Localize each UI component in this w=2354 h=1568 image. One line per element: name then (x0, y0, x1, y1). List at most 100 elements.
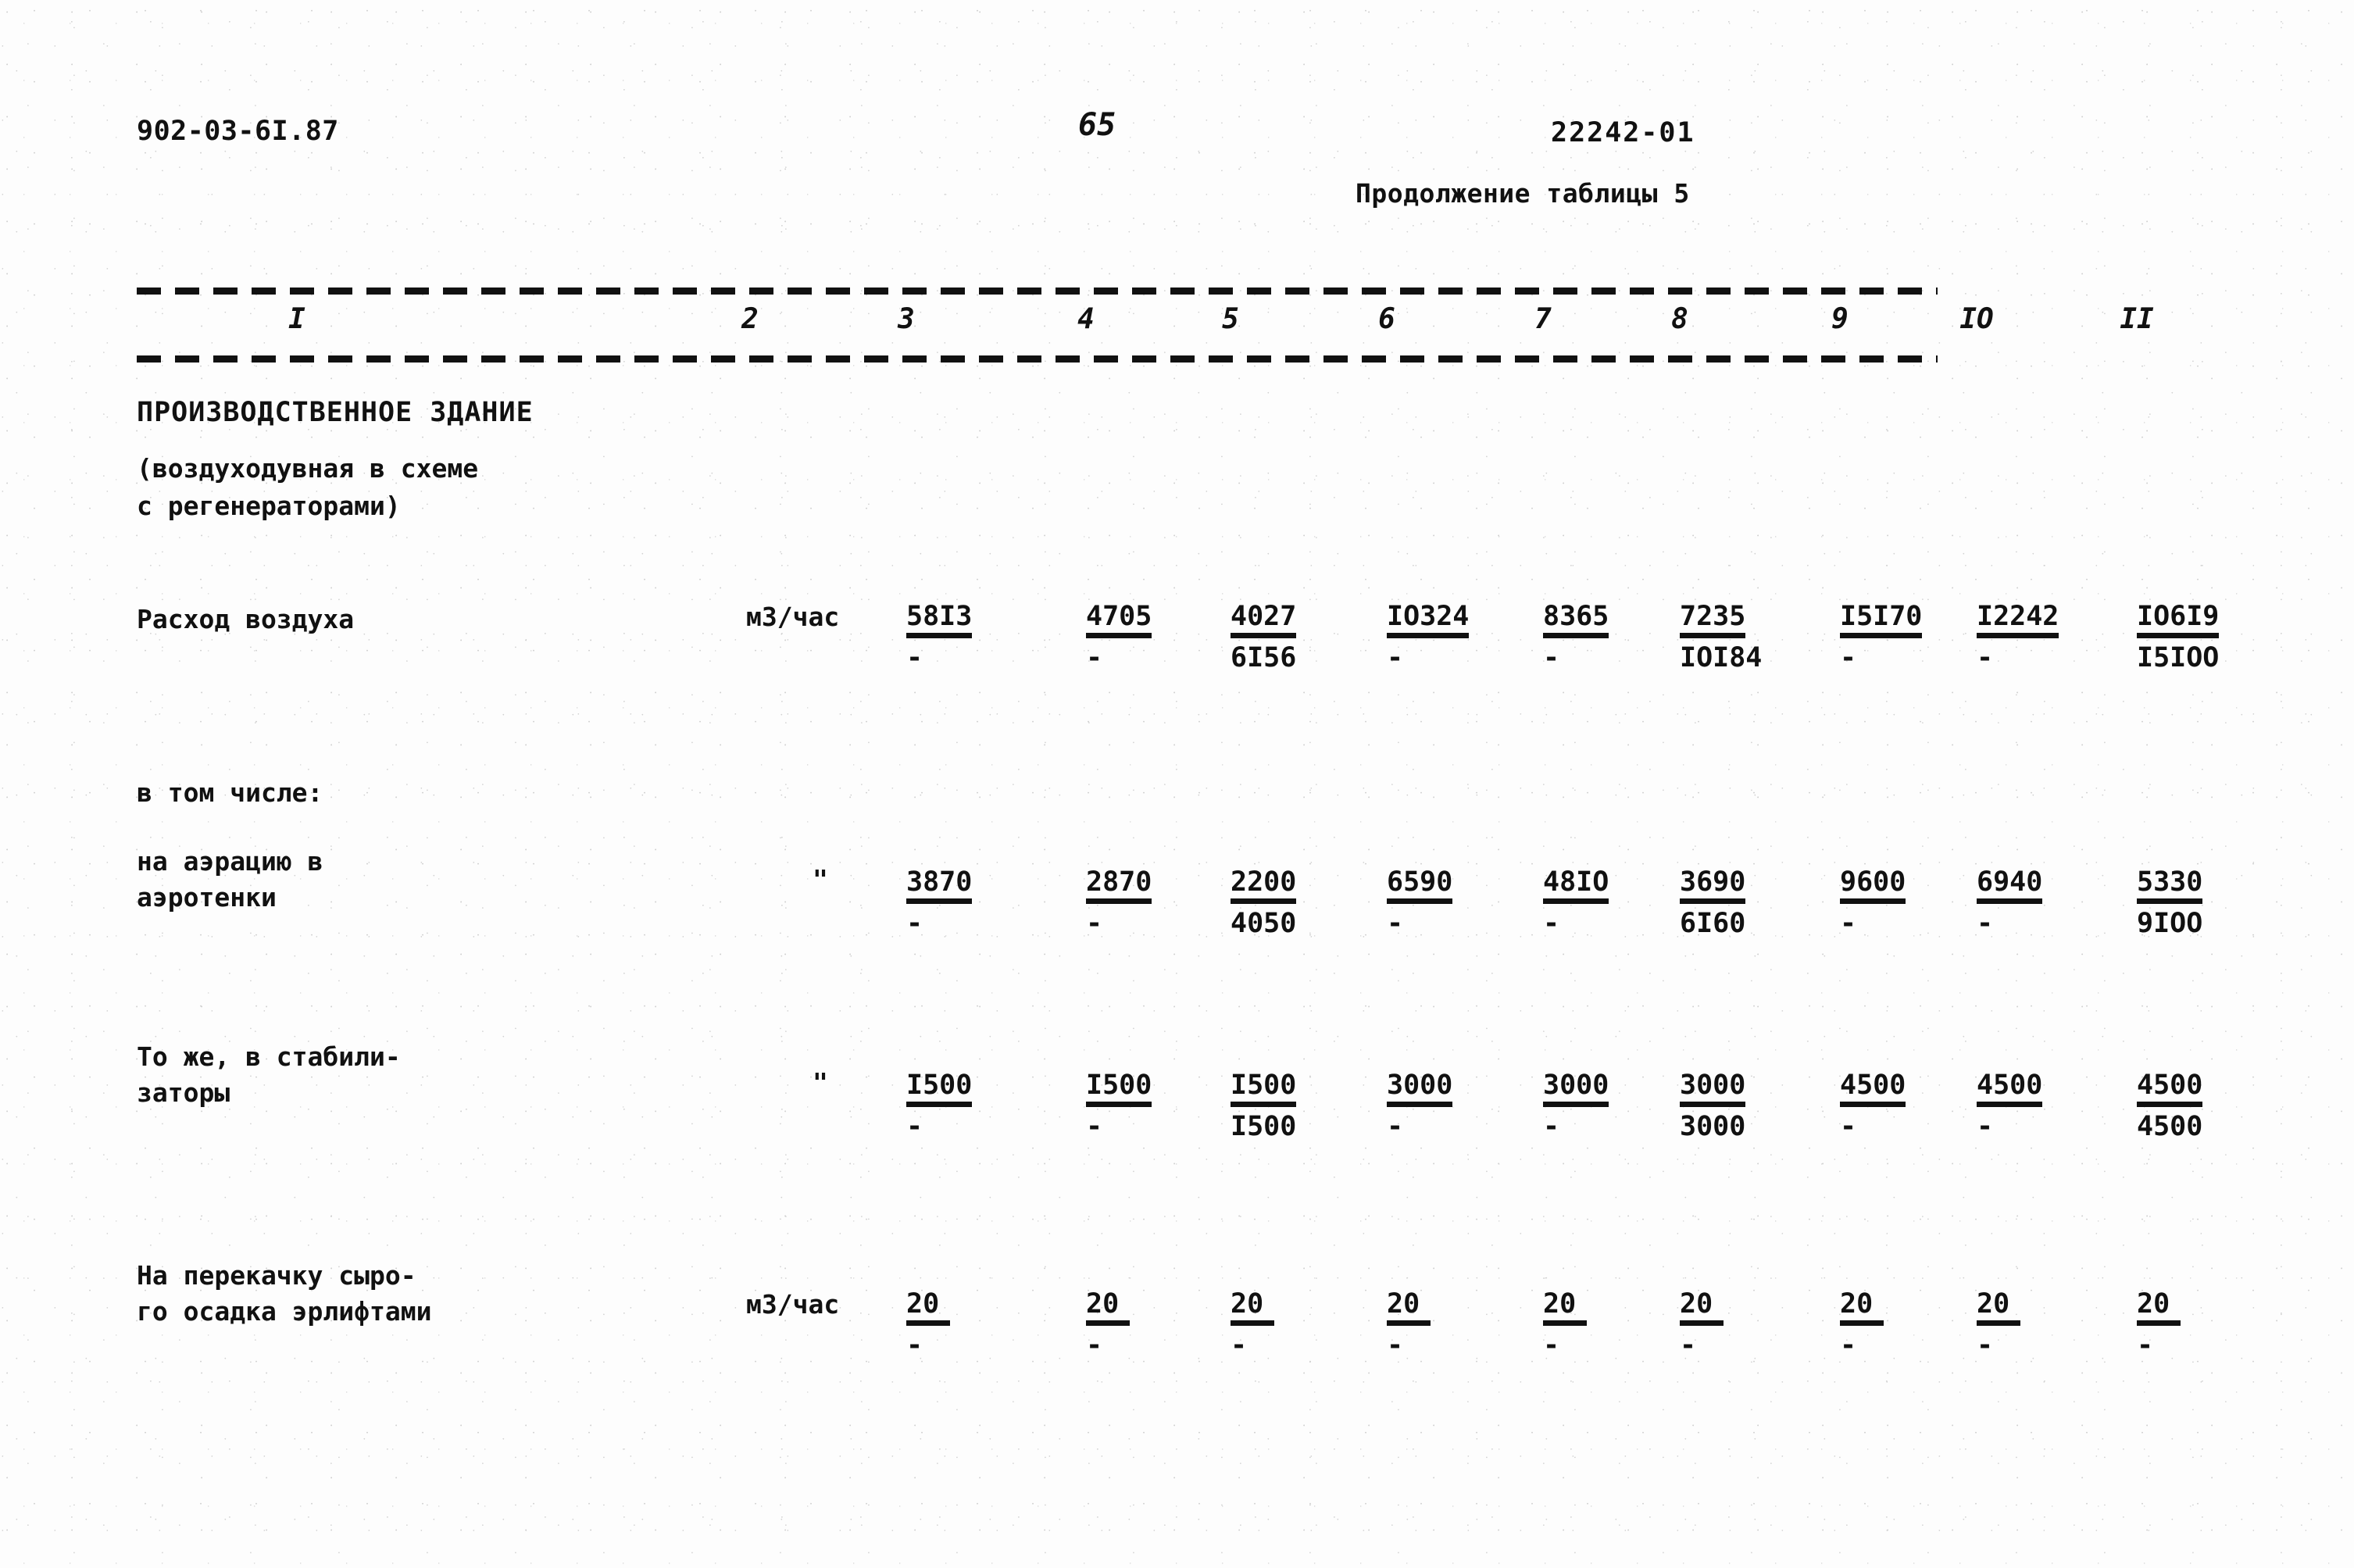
value-cell: 7235 IOI84 (1680, 602, 1797, 673)
value-cell: IO6I9 I5IOO (2137, 602, 2254, 673)
value-numerator: 20 (1231, 1289, 1274, 1326)
value-numerator: I5I70 (1840, 602, 1923, 638)
row-unit: " (813, 864, 828, 895)
value-cell: 3690 6I60 (1680, 867, 1797, 938)
row-label-line-1: На перекачку сыро- (137, 1260, 416, 1291)
value-denominator: - (1543, 908, 1560, 939)
value-denominator: I5IOO (2137, 642, 2220, 673)
column-header-9: 9 (1831, 303, 1849, 335)
value-denominator: IOI84 (1680, 642, 1763, 673)
table-header-bottom-rule (137, 355, 1938, 363)
value-numerator: I500 (1086, 1070, 1152, 1107)
row-label: на аэрацию в аэротенки (137, 844, 323, 916)
value-numerator: 2870 (1086, 867, 1152, 904)
column-header-7: 7 (1534, 303, 1552, 335)
value-denominator: - (906, 1111, 923, 1142)
value-cell: 3000 - (1387, 1070, 1504, 1141)
value-numerator: I500 (906, 1070, 973, 1107)
value-numerator: 3000 (1387, 1070, 1453, 1107)
value-denominator: I500 (1231, 1111, 1297, 1142)
value-denominator: 4050 (1231, 908, 1297, 939)
value-denominator: - (1840, 908, 1857, 939)
value-cell: 9600 - (1840, 867, 1957, 938)
row-label-line-2: аэротенки (137, 882, 277, 913)
value-numerator: IO324 (1387, 602, 1470, 638)
scanned-document-page: 902-03-6I.87 65 22242-01 Продолжение таб… (0, 0, 2354, 1568)
value-cell: 4027 6I56 (1231, 602, 1348, 673)
value-denominator: - (1086, 908, 1103, 939)
value-cell: 4500 - (1977, 1070, 2094, 1141)
value-denominator: 6I56 (1231, 642, 1297, 673)
row-label-line-1: Расход воздуха (137, 604, 355, 634)
value-numerator: 5330 (2137, 867, 2203, 904)
value-cell: 20 - (1680, 1289, 1797, 1360)
value-cell: 2200 4050 (1231, 867, 1348, 938)
row-label-line-1: То же, в стабили- (137, 1041, 401, 1072)
value-cell: 2870 - (1086, 867, 1203, 938)
column-header-8: 8 (1671, 303, 1688, 335)
value-denominator: - (1840, 1111, 1857, 1142)
value-denominator: - (1086, 1330, 1103, 1361)
value-numerator: 6590 (1387, 867, 1453, 904)
column-header-3: 3 (898, 303, 915, 335)
value-denominator: - (2137, 1330, 2154, 1361)
table-header-top-rule (137, 288, 1938, 295)
value-numerator: 3870 (906, 867, 973, 904)
value-numerator: 4705 (1086, 602, 1152, 638)
row-unit: " (813, 1067, 828, 1098)
row-label: То же, в стабили-заторы (137, 1039, 401, 1111)
value-numerator: 4500 (1840, 1070, 1906, 1107)
value-cell: IO324 - (1387, 602, 1504, 673)
value-cell: 4705 - (1086, 602, 1203, 673)
value-denominator: 6I60 (1680, 908, 1746, 939)
value-cell: 3000 3000 (1680, 1070, 1797, 1141)
value-numerator: 3000 (1680, 1070, 1746, 1107)
value-denominator: 3000 (1680, 1111, 1746, 1142)
section-subtitle-line-1: (воздуходувная в схеме (137, 453, 479, 484)
value-numerator: 48IO (1543, 867, 1609, 904)
page-number: 65 (1078, 107, 1116, 143)
value-cell: I5I70 - (1840, 602, 1957, 673)
value-denominator: - (1543, 642, 1560, 673)
value-numerator: 4500 (1977, 1070, 2043, 1107)
value-numerator: 58I3 (906, 602, 973, 638)
column-header-11: II (2120, 303, 2154, 335)
value-numerator: 20 (1387, 1289, 1431, 1326)
column-header-5: 5 (1222, 303, 1239, 335)
value-denominator: - (906, 908, 923, 939)
value-denominator: - (1387, 642, 1404, 673)
value-denominator: - (1840, 642, 1857, 673)
value-cell: 6590 - (1387, 867, 1504, 938)
row-label-line-2: заторы (137, 1077, 230, 1108)
value-cell: 20 - (906, 1289, 1023, 1360)
value-cell: 48IO - (1543, 867, 1660, 938)
value-cell: I500 - (906, 1070, 1023, 1141)
value-denominator: - (906, 642, 923, 673)
value-cell: 3870 - (906, 867, 1023, 938)
column-header-2: 2 (741, 303, 759, 335)
value-cell: 20 - (1543, 1289, 1660, 1360)
value-denominator: - (906, 1330, 923, 1361)
value-denominator: - (1086, 1111, 1103, 1142)
value-denominator: - (1977, 908, 1994, 939)
row-label: На перекачку сыро-го осадка эрлифтами (137, 1258, 432, 1330)
value-denominator: - (1977, 642, 1994, 673)
value-numerator: 20 (906, 1289, 950, 1326)
value-numerator: I500 (1231, 1070, 1297, 1107)
value-cell: 20 - (1387, 1289, 1504, 1360)
value-cell: 4500 4500 (2137, 1070, 2254, 1141)
column-header-6: 6 (1378, 303, 1395, 335)
value-denominator: - (1387, 1330, 1404, 1361)
value-cell: 58I3 - (906, 602, 1023, 673)
group-label: в том числе: (137, 777, 323, 808)
value-denominator: - (1543, 1111, 1560, 1142)
value-cell: 20 - (1086, 1289, 1203, 1360)
value-numerator: 3000 (1543, 1070, 1609, 1107)
value-cell: I2242 - (1977, 602, 2094, 673)
value-cell: 6940 - (1977, 867, 2094, 938)
value-numerator: 9600 (1840, 867, 1906, 904)
value-cell: 20 - (1231, 1289, 1348, 1360)
value-numerator: 4500 (2137, 1070, 2203, 1107)
value-numerator: 7235 (1680, 602, 1746, 638)
value-numerator: I2242 (1977, 602, 2059, 638)
